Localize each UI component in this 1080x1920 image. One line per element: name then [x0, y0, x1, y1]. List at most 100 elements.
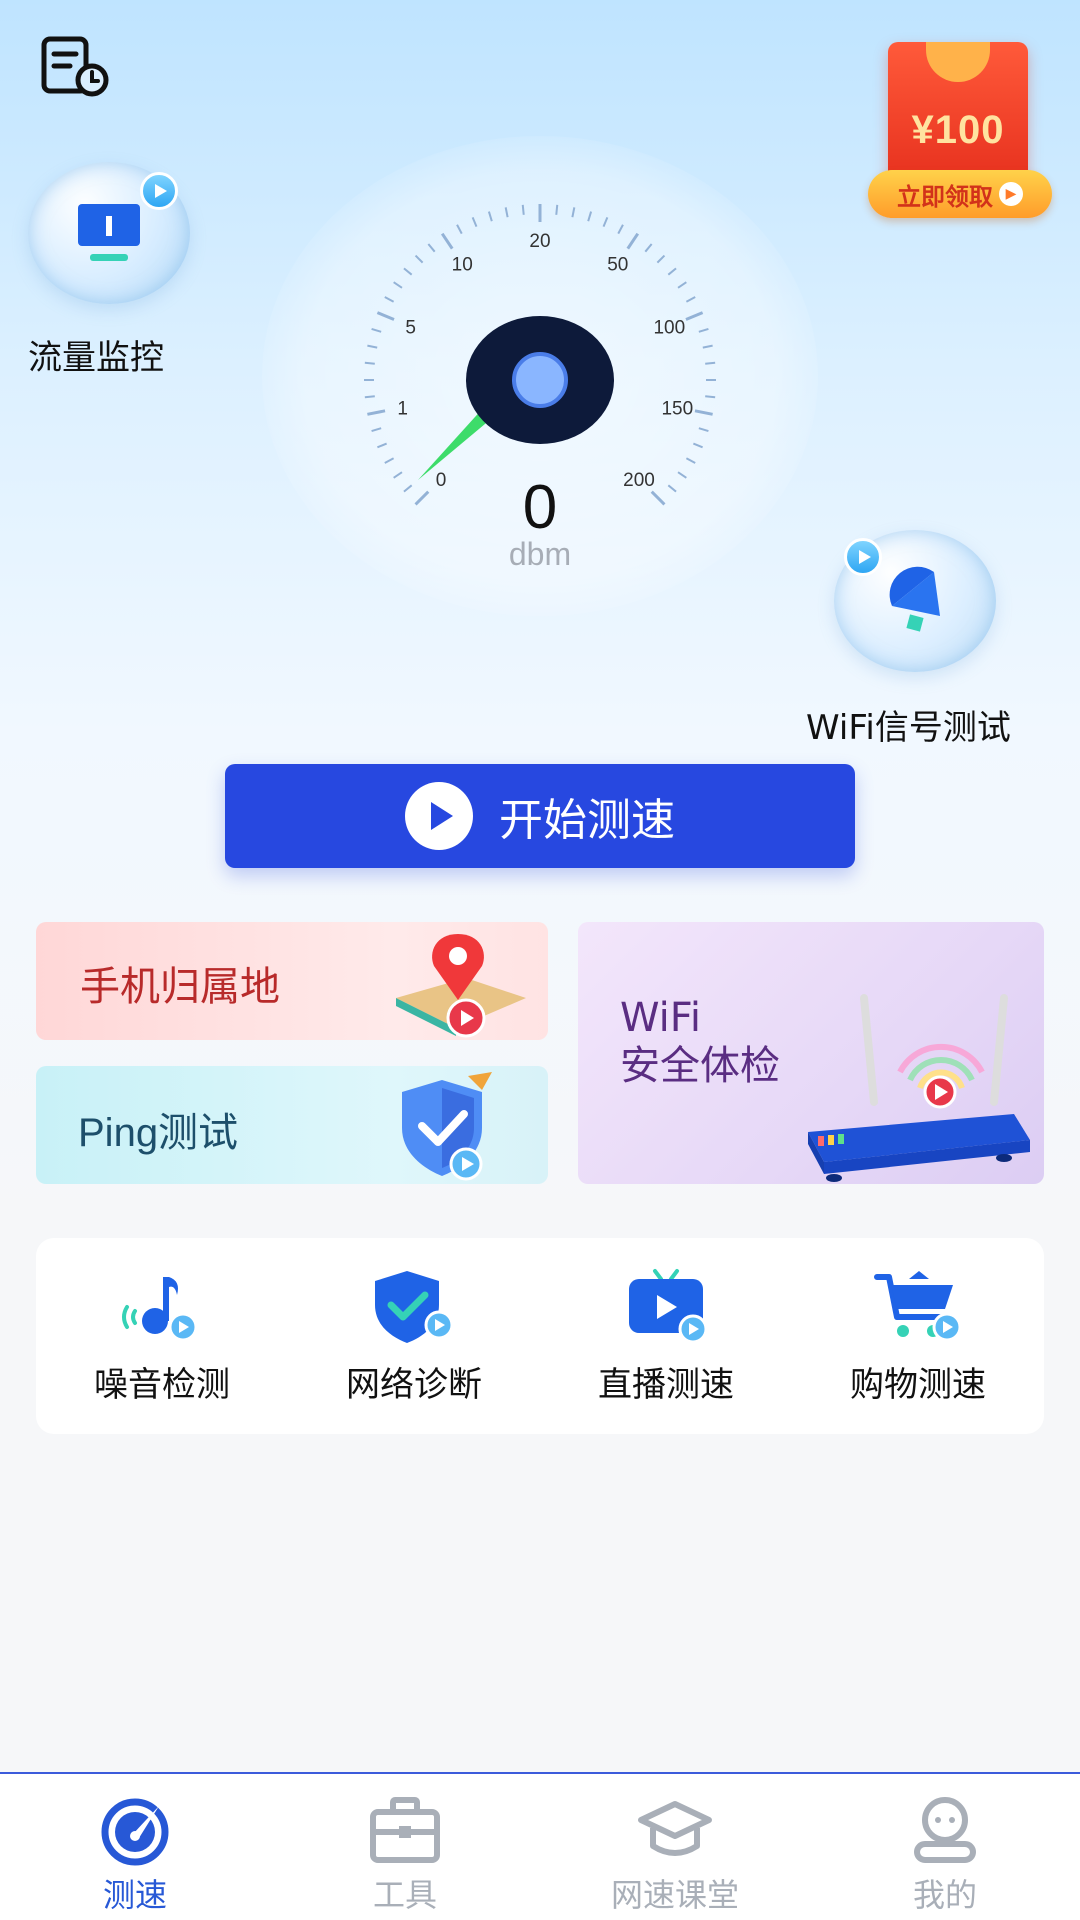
play-badge-icon: [844, 538, 882, 576]
gauge-tick: [376, 311, 395, 321]
bottom-nav: 测速 工具 网速课堂 我的: [0, 1772, 1080, 1920]
gauge-tick-label: 10: [452, 255, 473, 276]
gauge-tick: [384, 457, 395, 464]
monitor-icon: [78, 204, 140, 261]
gauge-tick: [705, 361, 716, 365]
red-packet-amount: ¥100: [911, 108, 1005, 152]
nav-speed-class[interactable]: 网速课堂: [540, 1774, 810, 1916]
wifi-signal-test-label: WiFi信号测试: [806, 708, 1011, 748]
ping-test-label: Ping测试: [78, 1111, 239, 1155]
tool-shopping-speed-label: 购物测速: [850, 1364, 986, 1405]
live-tv-icon: [629, 1268, 708, 1343]
wifi-security-check-title: WiFi 安全体检: [620, 994, 780, 1090]
wifi-security-line1: WiFi: [620, 995, 701, 1041]
gauge-tick: [705, 395, 716, 399]
gauge-tick: [667, 484, 677, 493]
gauge-tick: [698, 327, 709, 333]
gauge-tick-label: 5: [405, 317, 416, 338]
profile-icon: [914, 1797, 976, 1863]
gauge-tick: [371, 327, 382, 333]
shopping-cart-icon: [874, 1270, 962, 1341]
phone-location-card[interactable]: 手机归属地: [36, 922, 548, 1040]
gauge-hub-center: [512, 352, 568, 408]
gauge-tick: [440, 232, 454, 250]
gauge-tick-label: 100: [653, 317, 685, 338]
tool-live-speed-label: 直播测速: [598, 1364, 734, 1405]
gauge-tick: [698, 427, 709, 433]
gauge-tick: [384, 296, 395, 303]
gauge-tick: [504, 207, 509, 218]
chevron-right-icon: ▶: [999, 182, 1023, 206]
wifi-signal-test-button[interactable]: [834, 530, 996, 672]
music-note-icon: [122, 1276, 198, 1341]
gauge-tick: [364, 395, 375, 399]
gauge-tick: [367, 344, 378, 349]
start-speed-test-button[interactable]: 开始测速: [225, 764, 855, 868]
gauge-tick: [626, 232, 640, 250]
satellite-dish-icon: [889, 566, 940, 632]
gauge-tick-label: 50: [607, 255, 628, 276]
red-packet-promo[interactable]: ¥100 立即领取 ▶: [868, 36, 1054, 222]
gauge-tick: [650, 490, 666, 506]
router-icon: [808, 994, 1030, 1182]
nav-speed-test-label: 测速: [102, 1876, 167, 1914]
gauge-tick: [403, 484, 413, 493]
gauge-tick: [571, 207, 576, 218]
phone-location-label: 手机归属地: [80, 964, 280, 1010]
speedometer-icon: [101, 1798, 169, 1866]
gauge-tick-label: 150: [661, 398, 693, 419]
gauge-tick: [364, 361, 375, 365]
gauge-tick: [587, 211, 593, 222]
nav-speed-test[interactable]: 测速: [0, 1774, 270, 1916]
gauge-tick: [685, 311, 704, 321]
claim-now-label: 立即领取: [897, 182, 993, 211]
tool-live-speed[interactable]: 直播测速: [556, 1267, 776, 1406]
gauge-tick: [677, 471, 687, 479]
tool-noise-detection[interactable]: 噪音检测: [52, 1267, 272, 1406]
flow-monitor-button[interactable]: [28, 162, 190, 304]
wifi-security-check-card[interactable]: WiFi 安全体检: [578, 922, 1044, 1184]
gauge-tick: [555, 204, 559, 215]
nav-mine-label: 我的: [912, 1876, 977, 1914]
nav-tools-label: 工具: [372, 1876, 437, 1914]
toolbox-icon: [370, 1797, 440, 1863]
gauge-tick: [692, 442, 703, 449]
gauge-tick: [685, 296, 696, 303]
shield-check-icon: [402, 1072, 492, 1181]
gauge-tick: [403, 267, 413, 276]
ping-test-card[interactable]: Ping测试: [36, 1066, 548, 1184]
claim-now-button[interactable]: 立即领取 ▶: [868, 170, 1052, 218]
play-icon: [405, 782, 473, 850]
gauge-tick: [393, 281, 403, 289]
tool-network-diagnosis-label: 网络诊断: [346, 1364, 482, 1405]
gauge-tick: [644, 243, 653, 253]
history-list-icon[interactable]: [40, 36, 110, 98]
tool-shopping-speed[interactable]: 购物测速: [808, 1267, 1028, 1406]
gauge-tick: [667, 267, 677, 276]
gauge-tick: [602, 217, 609, 228]
gauge-tick: [371, 427, 382, 433]
tools-panel: 噪音检测 网络诊断 直播测速 购物测速: [36, 1238, 1044, 1434]
gauge-tick: [694, 409, 713, 416]
gauge-tick: [414, 490, 430, 506]
signal-unit: dbm: [508, 536, 572, 572]
play-badge-icon: [140, 172, 178, 210]
tool-noise-detection-label: 噪音检测: [94, 1364, 230, 1405]
gauge-tick: [471, 217, 478, 228]
gauge-tick: [656, 254, 666, 264]
tool-network-diagnosis[interactable]: 网络诊断: [304, 1267, 524, 1406]
nav-tools[interactable]: 工具: [270, 1774, 540, 1916]
gauge-tick: [677, 281, 687, 289]
flow-monitor-label: 流量监控: [28, 338, 164, 378]
wifi-security-line2: 安全体检: [620, 1043, 780, 1089]
gauge-tick: [427, 243, 436, 253]
gauge-tick-label: 1: [397, 398, 408, 419]
graduation-cap-icon: [638, 1801, 712, 1856]
gauge-tick: [393, 471, 403, 479]
nav-mine[interactable]: 我的: [810, 1774, 1080, 1916]
start-speed-test-label: 开始测速: [499, 795, 675, 846]
gauge-tick: [702, 344, 713, 349]
gauge-tick: [521, 204, 525, 215]
gauge-tick: [456, 224, 463, 235]
gauge-tick-label: 20: [529, 231, 550, 252]
